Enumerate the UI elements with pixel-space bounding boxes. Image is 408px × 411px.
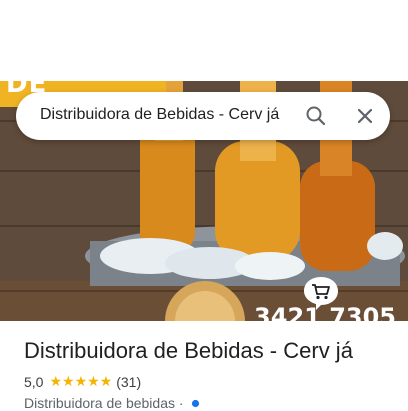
rating-row[interactable]: 5,0 ★★★★★ (31) bbox=[24, 373, 141, 390]
star-rating-icon: ★★★★★ bbox=[49, 373, 113, 389]
shopping-cart-icon[interactable] bbox=[302, 275, 340, 311]
rating-value: 5,0 bbox=[24, 373, 44, 390]
close-icon[interactable] bbox=[353, 104, 377, 128]
search-icon[interactable] bbox=[304, 104, 328, 128]
place-title: Distribuidora de Bebidas - Cerv já bbox=[24, 338, 353, 363]
category-row: Distribuidora de bebidas · bbox=[24, 395, 200, 411]
wheelchair-accessible-icon bbox=[192, 399, 200, 408]
search-bar[interactable]: Distribuidora de Bebidas - Cerv já bbox=[16, 92, 390, 140]
review-count[interactable]: (31) bbox=[116, 374, 141, 390]
search-input[interactable]: Distribuidora de Bebidas - Cerv já bbox=[40, 106, 290, 124]
category-label: Distribuidora de bebidas · bbox=[24, 395, 184, 411]
